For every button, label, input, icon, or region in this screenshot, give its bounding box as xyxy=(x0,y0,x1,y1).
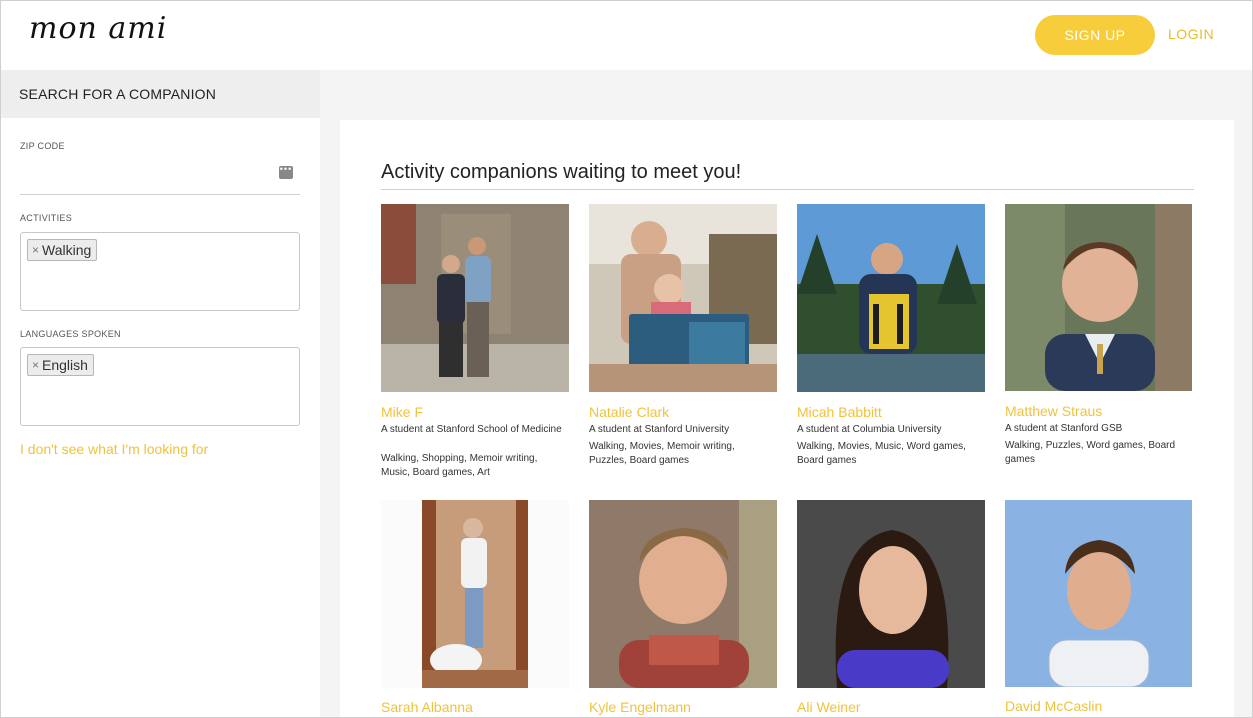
login-link[interactable]: LOGIN xyxy=(1168,26,1214,42)
tag-label: English xyxy=(42,357,88,373)
companion-card[interactable]: Matthew Straus A student at Stanford GSB… xyxy=(1005,204,1193,465)
companion-name[interactable]: Natalie Clark xyxy=(589,404,669,420)
activities-label: ACTIVITIES xyxy=(20,213,73,223)
companion-photo[interactable] xyxy=(589,500,777,688)
companion-name[interactable]: Mike F xyxy=(381,404,423,420)
companion-photo[interactable] xyxy=(1005,204,1192,391)
companion-description: A student at Stanford GSB xyxy=(1005,423,1123,434)
companions-panel: Activity companions waiting to meet you! xyxy=(340,120,1234,717)
companion-card[interactable]: Sarah Albanna xyxy=(381,500,569,715)
companion-name[interactable]: David McCaslin xyxy=(1005,698,1102,714)
zip-code-label: ZIP CODE xyxy=(20,141,65,151)
logo[interactable]: mon ami xyxy=(29,11,167,46)
remove-tag-icon[interactable]: × xyxy=(32,243,39,257)
companion-photo[interactable] xyxy=(381,204,569,392)
companion-activities: Walking, Movies, Memoir writing, Puzzles… xyxy=(589,441,735,466)
companion-photo[interactable] xyxy=(1005,500,1192,687)
activities-select[interactable]: × Walking xyxy=(20,232,300,311)
languages-select[interactable]: × English xyxy=(20,347,300,426)
companion-description: A student at Stanford School of Medicine xyxy=(381,424,562,435)
companion-description: A student at Stanford University xyxy=(589,424,730,435)
languages-label: LANGUAGES SPOKEN xyxy=(20,329,121,339)
not-found-link[interactable]: I don't see what I'm looking for xyxy=(20,441,208,457)
companion-photo[interactable] xyxy=(797,204,985,392)
page-frame: mon ami SIGN UP LOGIN SEARCH FOR A COMPA… xyxy=(0,0,1253,718)
sidebar-title: SEARCH FOR A COMPANION xyxy=(1,70,320,118)
companion-card[interactable]: David McCaslin xyxy=(1005,500,1193,714)
language-tag-english: × English xyxy=(27,354,94,376)
sign-up-button[interactable]: SIGN UP xyxy=(1035,15,1155,55)
companion-description: A student at Columbia University xyxy=(797,424,942,435)
companion-photo[interactable] xyxy=(589,204,777,392)
top-header: mon ami SIGN UP LOGIN xyxy=(1,1,1252,70)
companion-name[interactable]: Matthew Straus xyxy=(1005,403,1102,419)
tag-label: Walking xyxy=(42,242,92,258)
activity-tag-walking: × Walking xyxy=(27,239,98,261)
page-title: Activity companions waiting to meet you! xyxy=(381,161,742,183)
companion-activities: Walking, Puzzles, Word games, Board game… xyxy=(1005,440,1176,465)
companion-name[interactable]: Micah Babbitt xyxy=(797,404,882,420)
companion-photo[interactable] xyxy=(797,500,985,688)
companion-activities: Walking, Shopping, Memoir writing, Music… xyxy=(381,453,538,478)
companion-name[interactable]: Ali Weiner xyxy=(797,699,861,715)
companion-photo[interactable] xyxy=(381,500,569,688)
companion-card[interactable]: Micah Babbitt A student at Columbia Univ… xyxy=(797,204,985,466)
companion-card[interactable]: Mike F A student at Stanford School of M… xyxy=(381,204,569,478)
search-sidebar: SEARCH FOR A COMPANION ZIP CODE ••• ACTI… xyxy=(1,70,320,717)
companion-card[interactable]: Ali Weiner xyxy=(797,500,985,715)
title-divider xyxy=(381,189,1194,190)
zip-code-input[interactable] xyxy=(20,159,300,195)
companion-card[interactable]: Kyle Engelmann xyxy=(589,500,777,715)
companion-activities: Walking, Movies, Music, Word games, Boar… xyxy=(797,441,966,466)
remove-tag-icon[interactable]: × xyxy=(32,358,39,372)
companion-card[interactable]: Natalie Clark A student at Stanford Univ… xyxy=(589,204,777,466)
companion-name[interactable]: Kyle Engelmann xyxy=(589,699,691,715)
companion-name[interactable]: Sarah Albanna xyxy=(381,699,473,715)
autofill-icon[interactable]: ••• xyxy=(279,165,293,179)
